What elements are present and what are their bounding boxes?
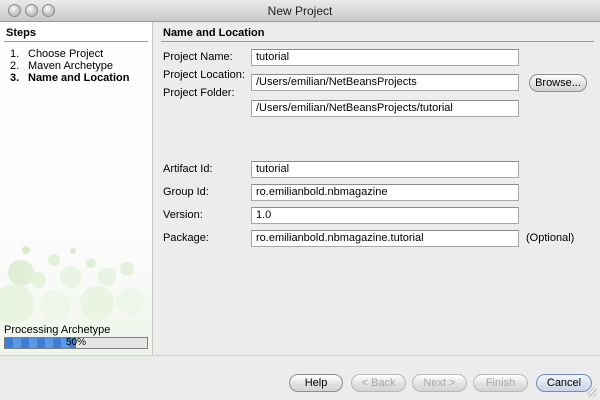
resize-grip-icon[interactable] xyxy=(587,387,597,397)
button-bar: Help < Back Next > Finish Cancel xyxy=(0,355,600,400)
steps-panel: Steps 1. Choose Project 2. Maven Archetype… xyxy=(0,22,153,355)
step-item-name-and-location: 3. Name and Location xyxy=(10,72,129,84)
step-item-maven-archetype: 2. Maven Archetype xyxy=(10,60,129,72)
progress-percent-text: 50% xyxy=(65,337,86,348)
project-location-field[interactable]: /Users/emilian/NetBeansProjects xyxy=(251,74,519,91)
cancel-button[interactable]: Cancel xyxy=(536,374,592,392)
project-folder-label: Project Folder: xyxy=(163,87,235,99)
version-label: Version: xyxy=(163,209,203,221)
section-divider xyxy=(161,41,594,42)
step-item-choose-project: 1. Choose Project xyxy=(10,48,129,60)
finish-button[interactable]: Finish xyxy=(473,374,528,392)
steps-divider xyxy=(4,41,148,42)
artifact-id-label: Artifact Id: xyxy=(163,163,213,175)
version-field[interactable]: 1.0 xyxy=(251,207,519,224)
step-number: 1. xyxy=(10,48,20,60)
progress-bar: 50% xyxy=(4,337,148,349)
window-title: New Project xyxy=(267,4,333,18)
project-location-label: Project Location: xyxy=(163,69,245,81)
package-field[interactable]: ro.emilianbold.nbmagazine.tutorial xyxy=(251,230,519,247)
step-number: 2. xyxy=(10,60,20,72)
project-name-field[interactable]: tutorial xyxy=(251,49,519,66)
browse-button[interactable]: Browse... xyxy=(529,74,587,92)
next-button[interactable]: Next > xyxy=(412,374,467,392)
back-button[interactable]: < Back xyxy=(351,374,406,392)
step-number: 3. xyxy=(10,72,20,84)
help-button[interactable]: Help xyxy=(289,374,343,392)
section-title: Name and Location xyxy=(163,27,265,39)
artifact-id-field[interactable]: tutorial xyxy=(251,161,519,178)
steps-heading: Steps xyxy=(6,27,36,39)
project-folder-field[interactable]: /Users/emilian/NetBeansProjects/tutorial xyxy=(251,100,519,117)
step-label: Choose Project xyxy=(28,48,104,60)
name-and-location-panel: Name and Location Project Name: tutorial… xyxy=(158,22,600,355)
group-id-field[interactable]: ro.emilianbold.nbmagazine xyxy=(251,184,519,201)
optional-hint: (Optional) xyxy=(526,232,575,244)
step-label: Name and Location xyxy=(28,72,130,84)
step-label: Maven Archetype xyxy=(28,60,113,72)
steps-list: 1. Choose Project 2. Maven Archetype 3. Nam… xyxy=(10,48,129,84)
progress-label: Processing Archetype xyxy=(4,324,111,336)
project-name-label: Project Name: xyxy=(163,51,233,63)
new-project-window: New Project Steps 1. Choose Project 2. Mav… xyxy=(0,0,600,400)
title-bar[interactable]: New Project xyxy=(0,0,600,22)
group-id-label: Group Id: xyxy=(163,186,209,198)
package-label: Package: xyxy=(163,232,209,244)
